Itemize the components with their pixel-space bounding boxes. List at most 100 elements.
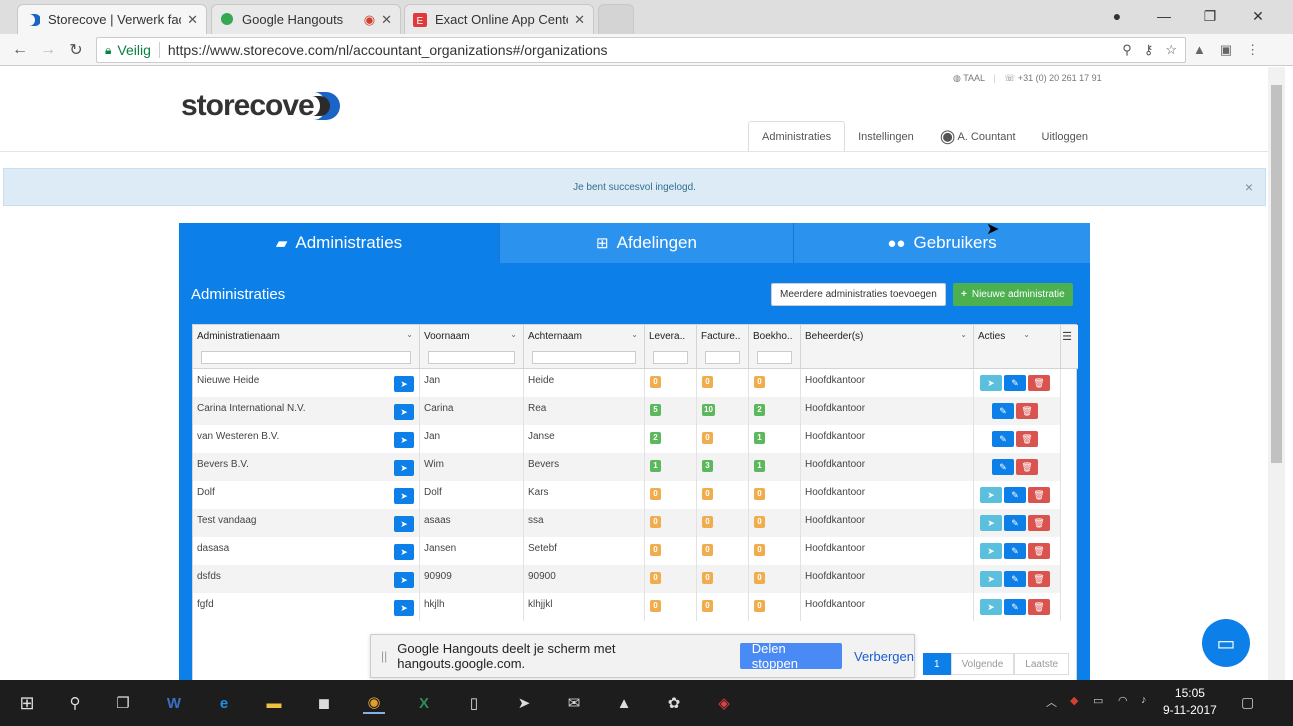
delete-icon[interactable]: 🗑︎ [1016, 403, 1038, 419]
close-tab-icon[interactable]: ✕ [381, 12, 392, 28]
tab-administraties[interactable]: ▰ Administraties [179, 223, 499, 263]
address-bar[interactable]: 🔒︎ Veilig https://www.storecove.com/nl/a… [96, 37, 1186, 63]
chevron-down-icon[interactable]: ⌄ [510, 330, 517, 339]
delete-icon[interactable]: 🗑︎ [1028, 571, 1050, 587]
close-window-button[interactable]: ✕ [1235, 0, 1281, 32]
column-header-leveranciers[interactable]: Levera.. [645, 325, 697, 369]
browser-tab-storecove[interactable]: Storecove | Verwerk factu ✕ [17, 4, 207, 34]
tab-gebruikers[interactable]: ●● Gebruikers [793, 223, 1090, 263]
send-icon[interactable]: ➤ [980, 515, 1002, 531]
nav-instellingen[interactable]: Instellingen [845, 121, 927, 152]
chevron-down-icon[interactable]: ⌄ [1023, 330, 1030, 339]
filter-input-administratienaam[interactable] [201, 351, 411, 364]
add-multiple-organizations-button[interactable]: Meerdere administraties toevoegen [771, 283, 946, 306]
key-icon[interactable]: ⚷ [1144, 42, 1154, 58]
send-icon[interactable]: ➤ [980, 487, 1002, 503]
media-app-icon[interactable]: ◈ [713, 692, 735, 714]
wifi-icon[interactable]: ◠ [1118, 694, 1128, 707]
forward-icon[interactable]: → [37, 40, 59, 60]
edit-icon[interactable]: ✎ [992, 431, 1014, 447]
delete-icon[interactable]: 🗑︎ [1028, 599, 1050, 615]
last-page-button[interactable]: Laatste [1014, 653, 1070, 675]
language-link[interactable]: TAAL [963, 73, 985, 83]
column-header-boekhouding[interactable]: Boekho.. [749, 325, 801, 369]
send-invite-icon[interactable]: ➤ [394, 432, 414, 448]
drag-handle-icon[interactable]: || [381, 649, 387, 663]
browser-tab-hangouts[interactable]: Google Hangouts ◉ ✕ [211, 4, 401, 34]
page-scrollbar[interactable] [1268, 67, 1285, 680]
close-tab-icon[interactable]: ✕ [574, 12, 585, 28]
browser-tab-exact[interactable]: E Exact Online App Center ✕ [404, 4, 594, 34]
column-header-acties[interactable]: Acties ⌄ [974, 325, 1061, 369]
windows-start-icon[interactable]: ⊞ [16, 692, 38, 714]
chevron-down-icon[interactable]: ⌄ [960, 330, 967, 339]
edge-icon[interactable]: e [213, 692, 235, 714]
filter-input-boekhouding[interactable] [757, 351, 792, 364]
word-icon[interactable]: W [163, 692, 185, 714]
delete-icon[interactable]: 🗑︎ [1016, 459, 1038, 475]
send-icon[interactable]: ➤ [980, 375, 1002, 391]
photos-icon[interactable]: ▲ [613, 692, 635, 714]
edit-icon[interactable]: ✎ [1004, 487, 1026, 503]
send-invite-icon[interactable]: ➤ [394, 600, 414, 616]
send-icon[interactable]: ➤ [980, 599, 1002, 615]
new-organization-button[interactable]: + Nieuwe administratie [953, 283, 1073, 306]
extension-icon[interactable]: ▣ [1220, 42, 1232, 58]
edit-icon[interactable]: ✎ [1004, 599, 1026, 615]
column-header-voornaam[interactable]: Voornaam ⌄ [420, 325, 524, 369]
filter-input-leveranciers[interactable] [653, 351, 688, 364]
chevron-down-icon[interactable]: ⌄ [406, 330, 413, 339]
zoom-icon[interactable]: ⚲ [1122, 42, 1132, 58]
grid-menu-icon[interactable]: ☰ [1062, 330, 1072, 343]
delete-icon[interactable]: 🗑︎ [1028, 515, 1050, 531]
next-page-button[interactable]: Volgende [950, 653, 1015, 675]
send-invite-icon[interactable]: ➤ [394, 460, 414, 476]
delete-icon[interactable]: 🗑︎ [1016, 431, 1038, 447]
send-invite-icon[interactable]: ➤ [394, 544, 414, 560]
stop-sharing-button[interactable]: Delen stoppen [739, 641, 842, 671]
tab-afdelingen[interactable]: ⊞ Afdelingen [499, 223, 793, 263]
nav-account[interactable]: ◉ A. Countant [927, 121, 1029, 152]
hide-share-bar-button[interactable]: Verbergen [854, 649, 914, 664]
bookmark-star-icon[interactable]: ☆ [1165, 42, 1177, 58]
delete-icon[interactable]: 🗑︎ [1028, 487, 1050, 503]
drive-extension-icon[interactable]: ▲ [1193, 42, 1206, 58]
edit-icon[interactable]: ✎ [1004, 375, 1026, 391]
reload-icon[interactable]: ↻ [65, 40, 87, 60]
send-invite-icon[interactable]: ➤ [394, 516, 414, 532]
volume-icon[interactable]: ♪ [1141, 694, 1147, 706]
search-icon[interactable]: ⚲ [64, 692, 86, 714]
nav-administraties[interactable]: Administraties [748, 121, 846, 152]
edit-icon[interactable]: ✎ [1004, 571, 1026, 587]
send-icon[interactable]: ➤ [980, 543, 1002, 559]
taskbar-clock[interactable]: 15:05 9-11-2017 [1163, 685, 1217, 719]
filter-input-achternaam[interactable] [532, 351, 636, 364]
chrome-icon[interactable]: ◉ [363, 692, 385, 714]
new-tab-button[interactable] [598, 4, 634, 34]
notepad-icon[interactable]: ▯ [463, 692, 485, 714]
column-header-achternaam[interactable]: Achternaam ⌄ [524, 325, 645, 369]
notifications-icon[interactable]: ▢ [1241, 694, 1254, 711]
edit-icon[interactable]: ✎ [992, 459, 1014, 475]
chevron-down-icon[interactable]: ⌄ [631, 330, 638, 339]
send-invite-icon[interactable]: ➤ [394, 404, 414, 420]
menu-dots-icon[interactable]: ⋮ [1246, 42, 1259, 58]
excel-icon[interactable]: X [413, 692, 435, 714]
mail-icon[interactable]: ✉ [563, 692, 585, 714]
task-view-icon[interactable]: ❐ [112, 692, 134, 714]
alert-close-button[interactable]: × [1245, 179, 1253, 195]
profile-icon[interactable]: ● [1094, 0, 1140, 32]
edit-icon[interactable]: ✎ [1004, 543, 1026, 559]
send-icon[interactable]: ➤ [980, 571, 1002, 587]
battery-icon[interactable]: ▭ [1093, 694, 1103, 707]
chat-widget-icon[interactable]: ▭ [1202, 619, 1250, 667]
minimize-button[interactable]: — [1141, 0, 1187, 32]
column-header-administratienaam[interactable]: Administratienaam ⌄ [193, 325, 420, 369]
column-header-facturen[interactable]: Facture.. [697, 325, 749, 369]
security-icon[interactable]: ◆ [1070, 694, 1078, 707]
restore-button[interactable]: ❐ [1187, 0, 1233, 32]
edit-icon[interactable]: ✎ [1004, 515, 1026, 531]
storecove-logo[interactable]: storecove [181, 89, 340, 123]
send-invite-icon[interactable]: ➤ [394, 376, 414, 392]
close-tab-icon[interactable]: ✕ [187, 12, 198, 28]
